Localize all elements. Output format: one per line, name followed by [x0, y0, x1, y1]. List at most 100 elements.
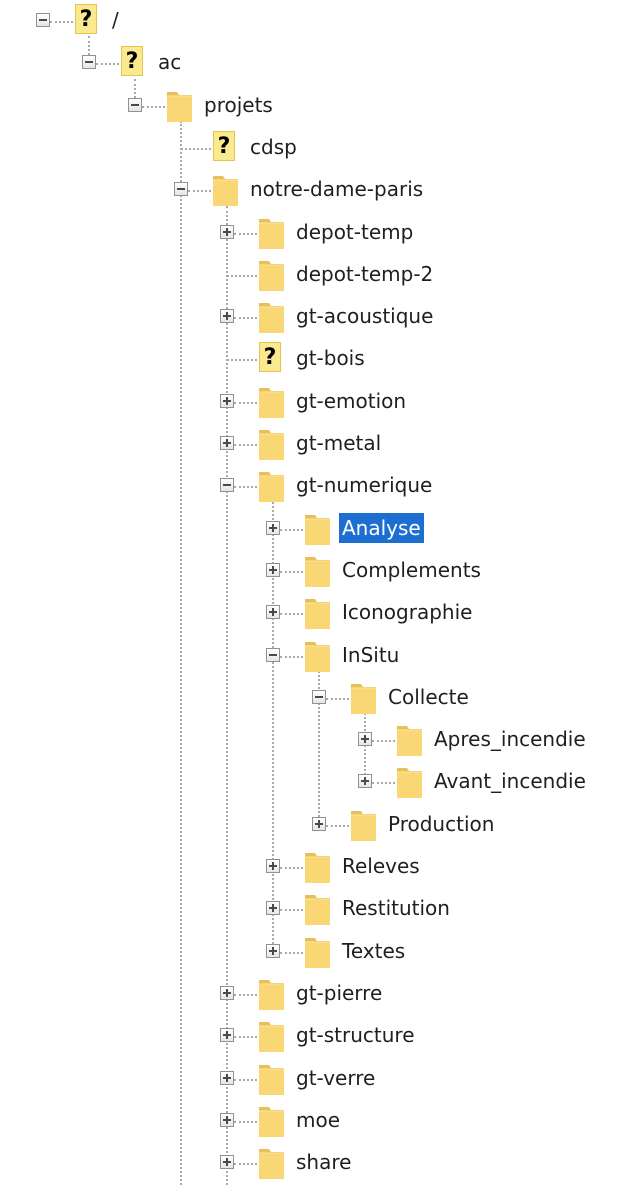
tree-item-projets[interactable]: projets [0, 85, 638, 127]
tree-connector-line [188, 190, 211, 193]
tree-connector-line [372, 740, 395, 743]
tree-item-ac[interactable]: ? ac [0, 42, 638, 84]
tree-item-label: / [112, 8, 119, 32]
tree-item-gt-pierre[interactable]: gt-pierre [0, 973, 638, 1015]
tree-item-production[interactable]: Production [0, 804, 638, 846]
expand-icon[interactable] [358, 732, 372, 747]
tree-item-depot-temp-2[interactable]: depot-temp-2 [0, 254, 638, 296]
expand-icon[interactable] [312, 816, 326, 831]
expand-icon[interactable] [266, 859, 280, 873]
tree-connector-line [234, 993, 257, 996]
folder-icon [349, 806, 379, 844]
tree-item-apres-incendie[interactable]: Apres_incendie [0, 719, 638, 761]
folder-icon [257, 1102, 287, 1140]
expand-icon[interactable] [266, 562, 280, 577]
expand-icon[interactable] [220, 1112, 234, 1127]
collapse-icon[interactable] [312, 689, 326, 704]
tree-connector-line [234, 317, 257, 320]
expand-icon[interactable] [220, 436, 234, 450]
tree-item-analyse[interactable]: Analyse [0, 508, 638, 550]
tree-item-gt-emotion[interactable]: gt-emotion [0, 381, 638, 423]
tree-item-label: depot-temp-2 [296, 261, 434, 286]
tree-item-label: Iconographie [342, 600, 473, 625]
expand-icon[interactable] [266, 520, 280, 535]
tree-item-collecte[interactable]: Collecte [0, 677, 638, 719]
tree-item-share[interactable]: share [0, 1142, 638, 1184]
tree-connector-line [234, 1078, 257, 1081]
folder-icon [395, 721, 425, 759]
tree-connector-line [234, 486, 257, 489]
tree-connector-line [142, 105, 165, 108]
collapse-icon[interactable] [82, 55, 96, 70]
expand-icon[interactable] [220, 393, 234, 408]
tree-item-label: gt-emotion [296, 388, 407, 413]
expand-icon[interactable] [266, 943, 280, 958]
tree-item-complements[interactable]: Complements [0, 550, 638, 592]
tree-item-label: gt-pierre [296, 980, 383, 1005]
tree-item-label: gt-structure [296, 1023, 415, 1048]
collapse-icon[interactable] [36, 13, 50, 27]
tree-item-restitution[interactable]: Restitution [0, 888, 638, 930]
tree-item-notre-dame-paris[interactable]: notre-dame-paris [0, 169, 638, 211]
expand-icon[interactable] [220, 1028, 234, 1043]
expand-icon[interactable] [358, 774, 372, 789]
tree-item-gt-numerique[interactable]: gt-numerique [0, 465, 638, 507]
tree-item-label: gt-verre [296, 1065, 376, 1090]
tree-item-cdsp[interactable]: ? cdsp [0, 127, 638, 169]
folder-icon [257, 214, 287, 252]
tree-connector-line [234, 232, 257, 235]
expand-icon[interactable] [220, 985, 234, 1000]
tree-item-label: cdsp [250, 134, 297, 159]
tree-item-gt-metal[interactable]: gt-metal [0, 423, 638, 465]
tree-item-gt-bois[interactable]: ? gt-bois [0, 338, 638, 380]
tree-connector-line [372, 782, 395, 785]
tree-item-moe[interactable]: moe [0, 1100, 638, 1142]
tree-connector-line [234, 1163, 257, 1166]
folder-icon [303, 637, 333, 675]
folder-icon [257, 298, 287, 336]
tree-item-label: Restitution [342, 896, 450, 921]
folder-tree: ? /? ac projets? cdsp notre-dame-paris depot-t… [0, 0, 638, 1185]
question-mark-icon: ? [75, 4, 97, 34]
collapse-icon[interactable] [220, 478, 234, 493]
expand-icon[interactable] [266, 605, 280, 620]
tree-item-gt-acoustique[interactable]: gt-acoustique [0, 296, 638, 338]
folder-icon [303, 552, 333, 590]
tree-item-label: share [296, 1150, 352, 1175]
question-mark-icon: ? [259, 342, 281, 373]
tree-item-iconographie[interactable]: Iconographie [0, 592, 638, 634]
tree-item-insitu[interactable]: InSitu [0, 635, 638, 677]
expand-icon[interactable] [266, 901, 280, 916]
collapse-icon[interactable] [174, 182, 188, 197]
tree-connector-line [280, 655, 303, 658]
expand-icon[interactable] [220, 1155, 234, 1170]
tree-item-depot-temp[interactable]: depot-temp [0, 212, 638, 254]
expand-icon[interactable] [220, 309, 234, 324]
collapse-icon[interactable] [266, 647, 280, 662]
question-mark-icon: ? [213, 130, 235, 161]
tree-item-root[interactable]: ? / [0, 0, 638, 42]
tree-item-releves[interactable]: Releves [0, 846, 638, 888]
tree-item-label: projets [204, 92, 273, 117]
tree-item-label: Complements [342, 557, 481, 582]
folder-icon [303, 510, 333, 548]
folder-icon [349, 679, 379, 717]
tree-item-label: Apres_incendie [434, 727, 586, 752]
folder-icon [257, 425, 287, 463]
tree-item-label: moe [296, 1107, 341, 1132]
collapse-icon[interactable] [128, 97, 142, 112]
tree-item-gt-verre[interactable]: gt-verre [0, 1058, 638, 1100]
tree-connector-line [227, 359, 257, 362]
tree-connector-line [280, 909, 303, 912]
tree-connector-line [96, 63, 119, 66]
tree-connector-line [234, 444, 257, 446]
expand-icon[interactable] [220, 1070, 234, 1085]
folder-icon [257, 467, 287, 505]
folder-icon [257, 256, 287, 294]
tree-connector-line [280, 867, 303, 869]
expand-icon[interactable] [220, 224, 234, 239]
tree-item-textes[interactable]: Textes [0, 931, 638, 973]
tree-item-label: notre-dame-paris [250, 177, 424, 202]
tree-item-gt-structure[interactable]: gt-structure [0, 1015, 638, 1057]
tree-item-avant-incendie[interactable]: Avant_incendie [0, 761, 638, 803]
